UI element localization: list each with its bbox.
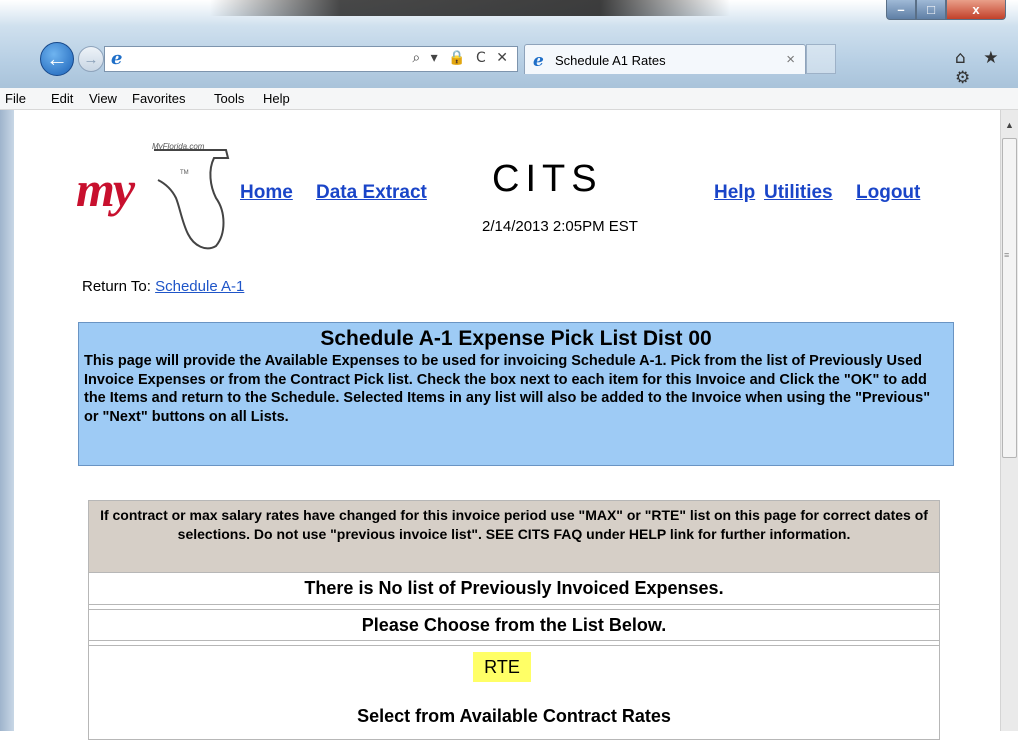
arrow-right-icon: → (83, 50, 99, 68)
logo-tagline: MyFlorida.com (152, 142, 205, 151)
return-to: Return To: Schedule A-1 (82, 278, 244, 295)
menu-view[interactable]: View (89, 91, 117, 106)
scroll-up-icon[interactable]: ▲ (1005, 120, 1014, 130)
expense-table: If contract or max salary rates have cha… (88, 500, 940, 740)
arrow-left-icon: ← (46, 46, 68, 71)
back-button[interactable]: ← (40, 42, 74, 76)
return-schedule-a1-link[interactable]: Schedule A-1 (155, 278, 244, 295)
forward-button[interactable]: → (78, 46, 104, 72)
ie-logo-icon: e (533, 51, 544, 71)
scroll-thumb[interactable] (1002, 138, 1017, 458)
rate-change-notice: If contract or max salary rates have cha… (89, 501, 939, 573)
menu-file[interactable]: File (5, 91, 26, 106)
new-tab-button[interactable] (806, 44, 836, 74)
close-window-button[interactable]: x (946, 0, 1006, 20)
rte-subtitle: Select from Available Contract Rates (357, 706, 671, 726)
return-label: Return To: (82, 278, 151, 295)
vertical-scrollbar[interactable]: ▲ ≡ (1000, 110, 1018, 731)
menu-help[interactable]: Help (263, 91, 290, 106)
nav-utilities-link[interactable]: Utilities (764, 182, 833, 204)
rte-label: RTE (473, 652, 531, 682)
title-bar (210, 0, 730, 16)
info-description: This page will provide the Available Exp… (84, 353, 931, 425)
page-content: MyFlorida.com my TM Home Data Extract CI… (14, 110, 1000, 740)
tab-schedule-a1-rates[interactable]: e Schedule A1 Rates × (524, 44, 806, 74)
logo-trademark: TM (180, 170, 189, 176)
ie-logo-icon: e (111, 48, 123, 69)
nav-data-extract-link[interactable]: Data Extract (316, 182, 427, 204)
myflorida-logo[interactable]: MyFlorida.com my TM (76, 142, 236, 252)
info-title: Schedule A-1 Expense Pick List Dist 00 (320, 327, 712, 350)
close-tab-icon[interactable]: × (786, 51, 795, 68)
nav-help-link[interactable]: Help (714, 182, 755, 204)
info-panel: Schedule A-1 Expense Pick List Dist 00 T… (78, 322, 954, 466)
tab-title: Schedule A1 Rates (555, 53, 666, 68)
no-previous-expenses-row: There is No list of Previously Invoiced … (89, 573, 939, 605)
toolbar-icons[interactable]: ⌂ ★ ⚙ (955, 48, 1018, 88)
datetime: 2/14/2013 2:05PM EST (482, 218, 638, 235)
minimize-button[interactable]: – (886, 0, 916, 20)
site-title: CITS (492, 158, 603, 200)
menu-tools[interactable]: Tools (214, 91, 244, 106)
logo-text: my (76, 161, 135, 217)
rte-section: RTE Select from Available Contract Rates (89, 645, 939, 741)
nav-home-link[interactable]: Home (240, 182, 293, 204)
address-bar-icons[interactable]: ⌕ ▾ 🔒 C ✕ (412, 50, 511, 66)
address-bar[interactable]: e ⌕ ▾ 🔒 C ✕ (104, 46, 518, 72)
browser-chrome: – □ x ← → e ⌕ ▾ 🔒 C ✕ e Schedule A1 Rate… (0, 0, 1018, 88)
menu-edit[interactable]: Edit (51, 91, 73, 106)
window-frame (0, 110, 14, 731)
menu-bar: File Edit View Favorites Tools Help (0, 88, 1018, 110)
menu-favorites[interactable]: Favorites (132, 91, 185, 106)
scroll-grip-icon: ≡ (1004, 250, 1010, 260)
maximize-button[interactable]: □ (916, 0, 946, 20)
url-input[interactable] (135, 50, 375, 68)
nav-logout-link[interactable]: Logout (856, 182, 920, 204)
choose-from-list-row: Please Choose from the List Below. (89, 609, 939, 641)
